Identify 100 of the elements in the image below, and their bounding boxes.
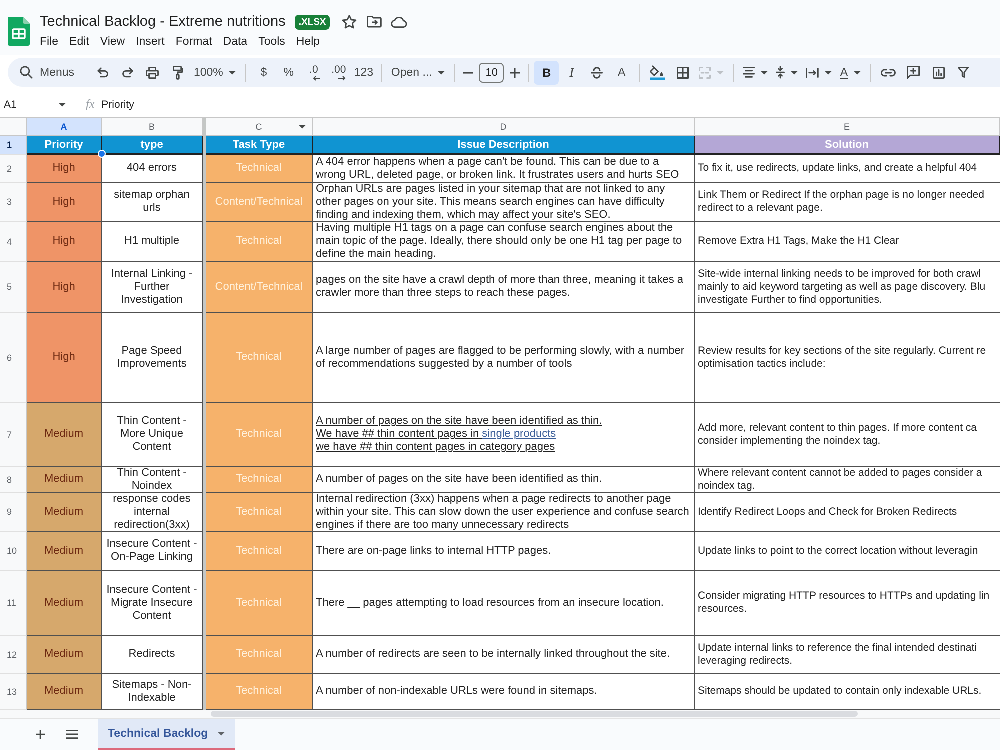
type-cell: 404 errors (102, 155, 203, 183)
caret-icon (59, 102, 66, 106)
task-type-cell: Content/Technical (206, 183, 313, 222)
priority-cell: High (27, 155, 102, 183)
row-header[interactable]: 10 (0, 532, 27, 571)
priority-cell: Medium (27, 493, 102, 532)
row-header[interactable]: 12 (0, 636, 27, 674)
link[interactable]: single products (482, 428, 556, 440)
priority-cell: Medium (27, 674, 102, 710)
row-header[interactable]: 7 (0, 403, 27, 467)
type-cell: Insecure Content - Migrate Insecure Content (102, 571, 203, 636)
column-header[interactable]: A (27, 118, 102, 136)
priority-cell: Medium (27, 571, 102, 636)
number-format-button[interactable]: 123 (351, 60, 376, 84)
text-rotation-button[interactable]: A (836, 60, 866, 84)
menu-item[interactable]: Edit (70, 36, 90, 48)
row-header[interactable]: 8 (0, 467, 27, 493)
priority-cell: Medium (27, 636, 102, 674)
task-type-cell: Technical (206, 467, 313, 493)
task-type-cell: Content/Technical (206, 262, 313, 313)
solution-cell: To fix it, use redirects, update links, and create a helpful 404 (695, 155, 1000, 183)
task-type-cell: Technical (206, 155, 313, 183)
task-type-cell: Technical (206, 403, 313, 467)
menu-search-field[interactable]: Menus (40, 64, 80, 82)
column-header[interactable]: D (313, 118, 695, 136)
column-header[interactable]: B (102, 118, 203, 136)
solution-cell: Remove Extra H1 Tags, Make the H1 Clear (695, 222, 1000, 262)
caret-icon (791, 70, 798, 74)
row-header[interactable]: 11 (0, 571, 27, 636)
borders-icon (676, 66, 689, 78)
menu-item[interactable]: Format (176, 36, 212, 48)
menu-item[interactable]: View (100, 36, 126, 48)
row-header[interactable]: 9 (0, 493, 27, 532)
minus-icon (463, 72, 474, 74)
description-cell: A number of redirects are seen to be internally linked throughout the site. (313, 636, 695, 674)
caret-icon[interactable] (299, 124, 306, 128)
caret-icon (825, 70, 832, 74)
solution-cell: Add more, relevant content to thin pages. If more content ca consider implementing the noindex tag. (695, 403, 1000, 467)
menu-item[interactable]: Help (296, 36, 320, 48)
header-cell: Solution (695, 136, 1000, 155)
priority-cell: Medium (27, 403, 102, 467)
type-cell: Internal Linking - Further Investigation (102, 262, 203, 313)
caret-icon (229, 70, 236, 74)
menu-item[interactable]: File (40, 36, 59, 48)
paint-roller-icon (172, 66, 182, 80)
header-cell: type (102, 136, 203, 155)
row-header[interactable]: 13 (0, 674, 27, 710)
type-cell: Redirects (102, 636, 203, 674)
italic-button[interactable]: I (559, 60, 584, 84)
cell-reference-field[interactable]: A1 (0, 94, 76, 116)
description-cell: Internal redirection (3xx) happens when a page redirects to another page within your site. This can slow down the user experience and confuse search engines if there are too many unnecessary redirects (313, 493, 695, 532)
redo-icon (122, 67, 134, 78)
link-icon (881, 68, 896, 76)
fill-handle-icon[interactable] (98, 150, 106, 158)
search-icon (20, 66, 33, 79)
row-header[interactable]: 3 (0, 183, 27, 222)
text-color-button[interactable]: A (609, 60, 634, 84)
plus-icon (36, 730, 44, 739)
menu-item[interactable]: Insert (136, 36, 165, 48)
task-type-cell: Technical (206, 674, 313, 710)
scrollbar-thumb[interactable] (211, 711, 858, 717)
caret-icon (438, 70, 446, 74)
percent-button[interactable]: % (276, 60, 302, 84)
increase-decimals-button[interactable]: .00 (326, 60, 352, 84)
column-header[interactable]: E (695, 118, 1000, 136)
priority-cell: High (27, 262, 102, 313)
row-header[interactable]: 6 (0, 313, 27, 403)
menu-item[interactable]: Data (223, 36, 248, 48)
spreadsheet-icon[interactable] (8, 17, 30, 46)
formula-field[interactable]: Priority (102, 94, 1000, 116)
font-size-field[interactable]: 10 (479, 62, 504, 82)
strikethrough-icon (590, 66, 603, 78)
sheet-tab[interactable]: Technical Backlog (98, 719, 236, 750)
caret-icon (717, 70, 724, 74)
decrease-decimals-button[interactable]: .0 (301, 60, 326, 84)
solution-cell: Update links to point to the correct location without leveragin (695, 532, 1000, 571)
priority-cell: Medium (27, 532, 102, 571)
zoom-dropdown[interactable]: 100% (190, 60, 240, 84)
currency-button[interactable]: $ (251, 60, 276, 84)
solution-cell: Identify Redirect Loops and Check for Broken Redirects (695, 493, 1000, 532)
row-header[interactable]: 4 (0, 222, 27, 262)
menu-item[interactable]: Tools (258, 36, 286, 48)
row-header[interactable]: 2 (0, 155, 27, 183)
row-header[interactable]: 5 (0, 262, 27, 313)
plus-icon (510, 68, 520, 78)
arrow-right-icon (338, 76, 346, 80)
text-wrap-icon (806, 68, 820, 78)
document-title: Technical Backlog - Extreme nutritions (40, 14, 286, 30)
bold-button[interactable]: B (534, 60, 560, 84)
row-header[interactable]: 1 (0, 136, 27, 155)
add-comment-icon (907, 66, 920, 79)
column-header[interactable]: C (206, 118, 313, 136)
description-cell: There are on-page links to internal HTTP pages. (313, 532, 695, 571)
print-icon (146, 66, 159, 78)
vertical-align-icon (776, 66, 786, 79)
solution-cell: Where relevant content cannot be added to pages consider a noindex tag. (695, 467, 1000, 493)
font-dropdown[interactable]: Open ... (387, 60, 450, 84)
solution-cell: Review results for key sections of the site regularly. Current re optimisation tactics include: (695, 313, 1000, 403)
chart-icon (932, 66, 945, 78)
description-cell: Orphan URLs are pages listed in your sitemap that are not linked to any other pages on your site. This means search engines can have difficulty finding and indexing them, which may affect your site's SEO. (313, 183, 695, 222)
